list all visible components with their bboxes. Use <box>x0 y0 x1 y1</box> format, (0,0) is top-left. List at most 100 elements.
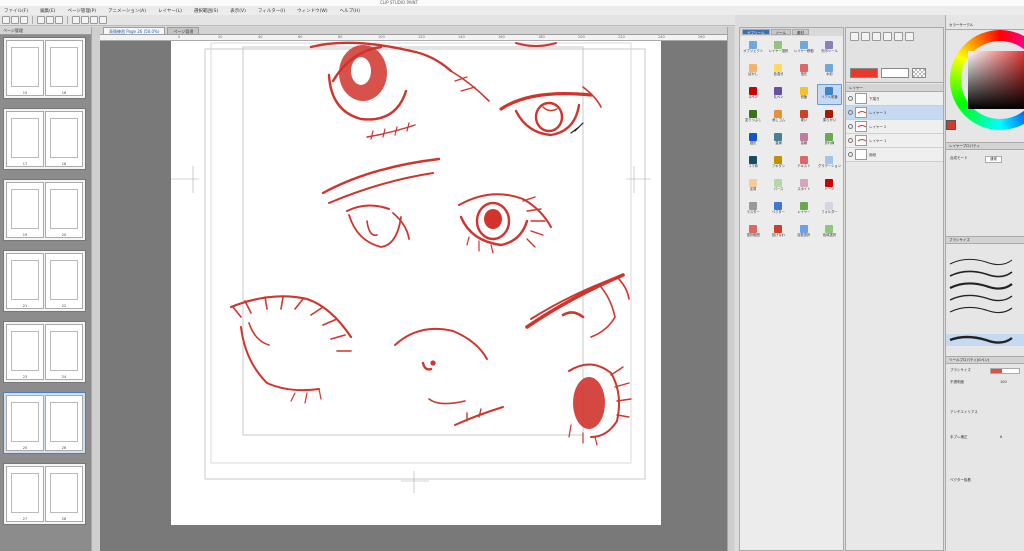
menu-item[interactable]: 選択範囲(S) <box>194 8 218 14</box>
menu-item[interactable]: ウィンドウ(W) <box>297 8 327 14</box>
tool-button[interactable]: ベクター <box>766 199 790 220</box>
layer-row[interactable]: レイヤー 1 <box>846 134 943 148</box>
tool-button[interactable]: 指先 <box>792 61 816 82</box>
tool-button[interactable]: スポイト <box>792 176 816 197</box>
new-icon[interactable] <box>2 16 10 24</box>
page-thumbnail[interactable]: 21 <box>6 253 44 309</box>
tool-button[interactable]: 定規 <box>741 176 765 197</box>
saturation-square[interactable] <box>968 51 1024 109</box>
page-thumbnail[interactable]: 16 <box>45 40 83 96</box>
tool-button[interactable]: 矢印ツール <box>817 38 842 59</box>
menu-item[interactable]: ファイル(F) <box>4 8 28 14</box>
tool-button[interactable]: 塗りつぶし <box>741 107 765 128</box>
snap-icon[interactable] <box>81 16 89 24</box>
tool-tab[interactable]: サブツール <box>742 29 770 35</box>
menu-item[interactable]: フィルター(I) <box>258 8 285 14</box>
page-spread[interactable]: 25 26 <box>3 392 86 454</box>
tool-button[interactable]: 選択範囲 <box>741 222 765 243</box>
menu-item[interactable]: ページ管理(P) <box>67 8 96 14</box>
eye-icon[interactable] <box>848 96 853 101</box>
grid-icon[interactable] <box>99 16 107 24</box>
color-swatch[interactable] <box>881 68 909 78</box>
layer-row[interactable]: 下描き <box>846 92 943 106</box>
tool-button[interactable]: 鉛筆 <box>792 84 816 105</box>
page-spread[interactable]: 15 16 <box>3 37 86 99</box>
tool-button[interactable]: トーン <box>817 176 842 197</box>
tool-button[interactable]: 図形 <box>741 130 765 151</box>
canvas-scrollbar[interactable] <box>727 27 734 551</box>
undo-icon[interactable] <box>37 16 45 24</box>
vector-snap-checkbox[interactable]: ベクター吸着 <box>950 478 971 483</box>
page-thumbnail[interactable]: 22 <box>45 253 83 309</box>
tab-page-manager[interactable]: ページ管理 <box>167 27 200 34</box>
tool-button[interactable]: フォルダー <box>817 199 842 220</box>
page-thumbnail[interactable]: 18 <box>45 111 83 167</box>
tool-button[interactable]: 色域選択 <box>817 222 842 243</box>
clear-icon[interactable] <box>55 16 63 24</box>
tool-button[interactable]: オブジェクト <box>741 38 765 59</box>
tool-button[interactable]: 直線 <box>766 130 790 151</box>
tool-button[interactable]: レイヤー <box>792 199 816 220</box>
page-spread[interactable]: 21 22 <box>3 250 86 312</box>
tool-button[interactable]: 折れ線 <box>817 130 842 151</box>
blend-mode-select[interactable]: 通常 <box>985 156 1002 163</box>
tool-button[interactable]: グラデーション <box>817 153 842 174</box>
menu-item[interactable]: 編集(E) <box>40 8 55 14</box>
page-thumbnail[interactable]: 28 <box>45 466 83 522</box>
tool-tab[interactable]: ツール <box>770 29 791 35</box>
color-wheel[interactable] <box>950 30 1024 132</box>
page-thumbnail[interactable]: 24 <box>45 324 83 380</box>
tool-button[interactable]: 曲線 <box>792 130 816 151</box>
tool-button[interactable]: 色混ぜ <box>766 61 790 82</box>
menu-item[interactable]: アニメーション(A) <box>108 8 146 14</box>
open-icon[interactable] <box>11 16 19 24</box>
tool-button[interactable]: ラスター <box>741 199 765 220</box>
page-thumbnail[interactable]: 20 <box>45 182 83 238</box>
zoom-out-icon[interactable] <box>861 32 870 41</box>
tool-button[interactable]: 投げなわ <box>766 222 790 243</box>
rotate-left-icon[interactable] <box>883 32 892 41</box>
tool-button[interactable]: ぼかし <box>741 61 765 82</box>
main-color-chip[interactable] <box>946 120 956 130</box>
tool-button[interactable]: テキスト <box>792 153 816 174</box>
eye-icon[interactable] <box>848 152 853 157</box>
redo-icon[interactable] <box>46 16 54 24</box>
page-spread[interactable]: 19 20 <box>3 179 86 241</box>
tab-document[interactable]: 表情練習 Page 26 (50.0%) <box>103 27 166 34</box>
tool-button[interactable]: フキダシ <box>766 153 790 174</box>
tool-tab[interactable]: 素材 <box>792 29 809 35</box>
page-scrollbar[interactable] <box>91 27 100 551</box>
page-spread[interactable]: 27 28 <box>3 463 86 525</box>
brush-size-slider[interactable] <box>990 368 1020 374</box>
tool-button[interactable]: パース <box>766 176 790 197</box>
menu-item[interactable]: 表示(V) <box>230 8 246 14</box>
save-icon[interactable] <box>20 16 28 24</box>
flip-icon[interactable] <box>905 32 914 41</box>
tool-button[interactable]: 柔らかい <box>817 107 842 128</box>
tool-button[interactable]: リアル鉛筆 <box>816 84 842 105</box>
tool-button[interactable]: レイヤー移動 <box>792 38 816 59</box>
page-thumbnail[interactable]: 19 <box>6 182 44 238</box>
fit-icon[interactable] <box>872 32 881 41</box>
page-thumbnail[interactable]: 23 <box>6 324 44 380</box>
eye-icon[interactable] <box>848 138 853 143</box>
page-thumbnail[interactable]: 25 <box>6 395 44 451</box>
page-spread[interactable]: 23 24 <box>3 321 86 383</box>
tool-button[interactable]: 硬い <box>792 107 816 128</box>
tool-button[interactable]: レイヤー選択 <box>766 38 790 59</box>
tool-button[interactable]: 水彩 <box>817 61 842 82</box>
page-thumbnail[interactable]: 17 <box>6 111 44 167</box>
page-thumbnail[interactable]: 27 <box>6 466 44 522</box>
color-swatch[interactable] <box>850 68 878 78</box>
layer-row[interactable]: 用紙 <box>846 148 943 162</box>
eye-icon[interactable] <box>848 110 853 115</box>
tool-button[interactable]: 丸ペン <box>766 84 790 105</box>
ruler-icon[interactable] <box>90 16 98 24</box>
zoom-in-icon[interactable] <box>850 32 859 41</box>
rotate-right-icon[interactable] <box>894 32 903 41</box>
eye-icon[interactable] <box>848 124 853 129</box>
transform-icon[interactable] <box>72 16 80 24</box>
tool-button[interactable]: 自動選択 <box>792 222 816 243</box>
menu-item[interactable]: ヘルプ(H) <box>340 8 360 14</box>
page-thumbnail[interactable]: 15 <box>6 40 44 96</box>
